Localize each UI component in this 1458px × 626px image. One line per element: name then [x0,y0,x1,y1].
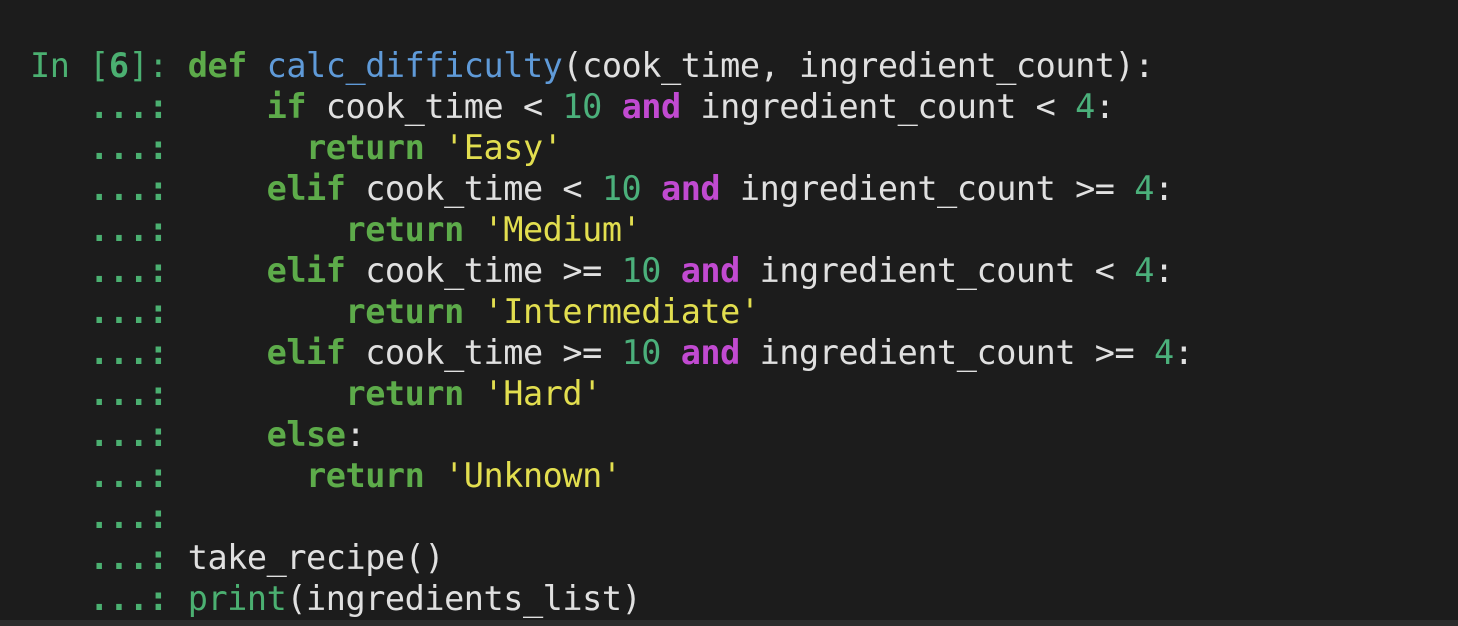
code-line-5: ...: return 'Medium' [30,209,642,250]
operator-and: and [680,333,741,372]
keyword-else: else [266,415,346,454]
keyword-return: return [306,128,425,167]
code-line-4: ...: elif cook_time < 10 and ingredient_… [30,169,1174,208]
continuation-prompt: ...: [30,169,188,208]
builtin-print: print [187,579,287,618]
string-literal: 'Medium' [483,210,642,249]
code-line-2: ...: if cook_time < 10 and ingredient_co… [30,87,1115,126]
continuation-prompt: ...: [30,456,188,495]
number-literal: 4 [1075,87,1095,126]
operator-and: and [680,251,741,290]
code-line-12: ...: [30,496,188,537]
continuation-prompt: ...: [30,251,188,290]
keyword-elif: elif [266,251,346,290]
keyword-return: return [345,374,465,413]
continuation-prompt: ...: [30,579,188,618]
input-prompt-close: ]: [128,46,188,85]
code-line-13: ...: take_recipe() [30,537,444,578]
operator-and: and [621,87,682,126]
keyword-return: return [345,210,465,249]
code-line-14[interactable]: ...: print(ingredients_list) [30,578,642,619]
keyword-return: return [306,456,425,495]
input-prompt-label: In [ [30,46,109,85]
ipython-terminal[interactable]: In [6]: def calc_difficulty(cook_time, i… [0,0,1458,620]
continuation-prompt: ...: [30,87,188,126]
number-literal: 10 [621,251,662,290]
number-literal: 10 [562,87,602,126]
number-literal: 4 [1134,251,1154,290]
continuation-prompt: ...: [30,128,188,167]
code-line-11: ...: return 'Unknown' [30,455,622,496]
terminal-bottom-edge [0,620,1458,626]
keyword-elif: elif [266,169,346,208]
continuation-prompt: ...: [30,210,188,249]
input-prompt-number: 6 [108,46,129,85]
continuation-prompt: ...: [30,333,188,372]
continuation-prompt: ...: [30,497,188,536]
code-line-10: ...: else: [30,415,366,454]
continuation-prompt: ...: [30,374,188,413]
string-literal: 'Intermediate' [483,292,761,331]
keyword-if: if [266,87,307,126]
code-line-7: ...: return 'Intermediate' [30,291,760,332]
number-literal: 10 [621,333,662,372]
keyword-elif: elif [266,333,346,372]
number-literal: 4 [1134,169,1154,208]
continuation-prompt: ...: [30,538,188,577]
code-line-3: ...: return 'Easy' [30,127,563,168]
code-line-9: ...: return 'Hard' [30,373,602,414]
continuation-prompt: ...: [30,415,188,454]
keyword-def: def [187,46,248,85]
operator-and: and [661,169,721,208]
string-literal: 'Unknown' [444,456,622,495]
code-line-6: ...: elif cook_time >= 10 and ingredient… [30,251,1174,290]
continuation-prompt: ...: [30,292,188,331]
function-args: (cook_time, ingredient_count): [562,46,1154,85]
number-literal: 10 [601,169,642,208]
keyword-return: return [345,292,465,331]
string-literal: 'Hard' [483,374,603,413]
number-literal: 4 [1153,333,1174,372]
function-name: calc_difficulty [266,46,563,85]
string-literal: 'Easy' [444,128,563,167]
code-line-8: ...: elif cook_time >= 10 and ingredient… [30,333,1194,372]
code-line-1: In [6]: def calc_difficulty(cook_time, i… [30,45,1154,86]
function-call: take_recipe() [187,538,445,577]
print-args: (ingredients_list) [286,579,642,618]
